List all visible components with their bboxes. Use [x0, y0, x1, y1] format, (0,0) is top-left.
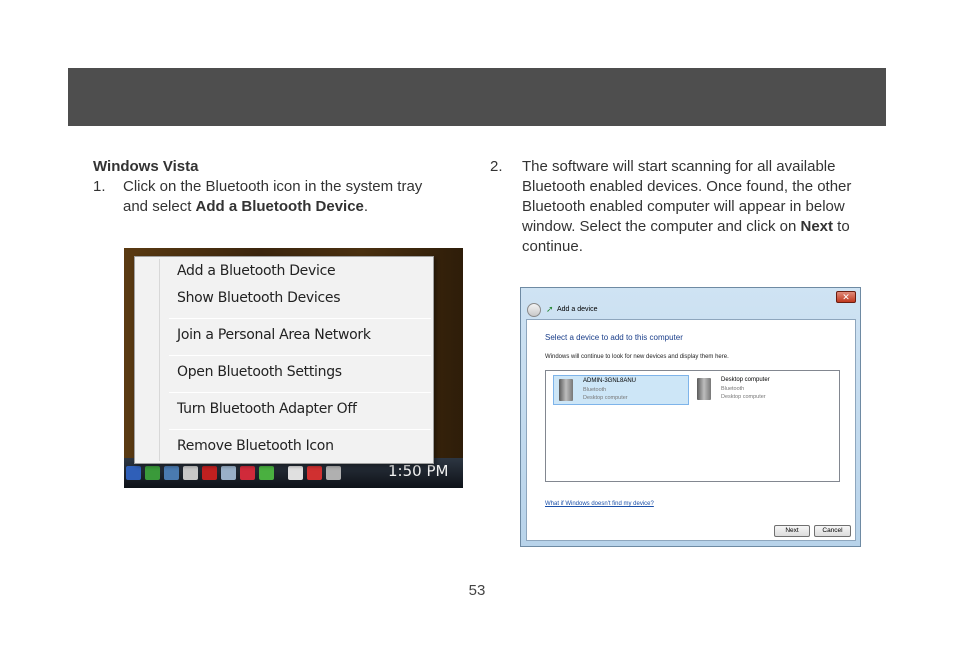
- computer-icon: [559, 379, 573, 401]
- menu-separator: [169, 392, 431, 393]
- device-kind: Desktop computer: [721, 394, 766, 400]
- step-1-number: 1.: [93, 178, 106, 195]
- tray-icon-shield: [183, 466, 198, 480]
- section-title: Windows Vista: [93, 158, 199, 175]
- device-kind: Desktop computer: [583, 395, 628, 401]
- device-name: ADMIN-3GNL8ANU: [583, 378, 637, 384]
- tray-icon-doc: [288, 466, 303, 480]
- tray-icon-check: [145, 466, 160, 480]
- dialog-heading: Select a device to add to this computer: [545, 333, 683, 342]
- device-type: Bluetooth: [721, 386, 745, 392]
- tray-icon-monitor: [164, 466, 179, 480]
- close-icon[interactable]: ✕: [836, 291, 856, 303]
- step-2-bold: Next: [800, 218, 833, 235]
- step-1-suffix: .: [363, 198, 369, 215]
- menu-item-show-bluetooth-devices[interactable]: Show Bluetooth Devices: [177, 290, 341, 306]
- system-tray-icons: [124, 466, 341, 480]
- tray-icon-x: [307, 466, 322, 480]
- device-list: ADMIN-3GNL8ANU Bluetooth Desktop compute…: [545, 370, 840, 482]
- step-2-number: 2.: [490, 158, 503, 175]
- bluetooth-icon[interactable]: [126, 466, 141, 480]
- device-item[interactable]: Desktop computer Bluetooth Desktop compu…: [692, 375, 828, 405]
- step-1-prefix: and select: [123, 198, 196, 215]
- menu-item-remove-bluetooth-icon[interactable]: Remove Bluetooth Icon: [177, 438, 334, 454]
- menu-separator: [169, 355, 431, 356]
- next-button[interactable]: Next: [774, 525, 810, 537]
- tray-clock: 1:50 PM: [388, 462, 449, 480]
- device-name: Desktop computer: [721, 377, 770, 383]
- add-device-icon: ➚: [546, 304, 554, 314]
- menu-item-join-personal-area-network[interactable]: Join a Personal Area Network: [177, 327, 371, 343]
- context-menu-screenshot: 1:50 PM Add a Bluetooth Device Show Blue…: [124, 248, 463, 488]
- help-link[interactable]: What if Windows doesn't find my device?: [545, 501, 654, 507]
- bluetooth-context-menu: Add a Bluetooth Device Show Bluetooth De…: [134, 256, 434, 464]
- menu-separator: [169, 318, 431, 319]
- step-1: 1. Click on the Bluetooth icon in the sy…: [93, 177, 463, 217]
- device-type: Bluetooth: [583, 387, 607, 393]
- menu-item-open-bluetooth-settings[interactable]: Open Bluetooth Settings: [177, 364, 342, 380]
- dialog-title: Add a device: [557, 306, 598, 313]
- step-1-bold: Add a Bluetooth Device: [195, 198, 364, 215]
- right-column: 2. The software will start scanning for …: [490, 157, 870, 257]
- menu-item-add-bluetooth-device[interactable]: Add a Bluetooth Device: [177, 263, 336, 279]
- page-number: 53: [468, 582, 486, 599]
- back-arrow-icon[interactable]: [527, 303, 541, 317]
- tray-icon-green: [259, 466, 274, 480]
- step-2: 2. The software will start scanning for …: [490, 157, 870, 257]
- computer-icon: [697, 378, 711, 400]
- cancel-button[interactable]: Cancel: [814, 525, 851, 537]
- dialog-subtext: Windows will continue to look for new de…: [545, 354, 729, 360]
- left-column: Windows Vista 1. Click on the Bluetooth …: [93, 157, 463, 217]
- tray-icon-red: [202, 466, 217, 480]
- volume-icon: [326, 466, 341, 480]
- step-2-text: The software will start scanning for all…: [522, 157, 870, 257]
- tray-icon-heart: [240, 466, 255, 480]
- device-item[interactable]: ADMIN-3GNL8ANU Bluetooth Desktop compute…: [553, 375, 689, 405]
- add-device-dialog: ✕ ➚ Add a device Select a device to add …: [520, 287, 861, 547]
- step-1-text: Click on the Bluetooth icon in the syste…: [123, 177, 463, 217]
- menu-item-turn-bluetooth-adapter-off[interactable]: Turn Bluetooth Adapter Off: [177, 401, 357, 417]
- tray-icon-network: [221, 466, 236, 480]
- menu-gutter: [159, 259, 160, 461]
- step-1-line1: Click on the Bluetooth icon in the syste…: [123, 178, 423, 195]
- header-bar: [68, 68, 886, 126]
- menu-separator: [169, 429, 431, 430]
